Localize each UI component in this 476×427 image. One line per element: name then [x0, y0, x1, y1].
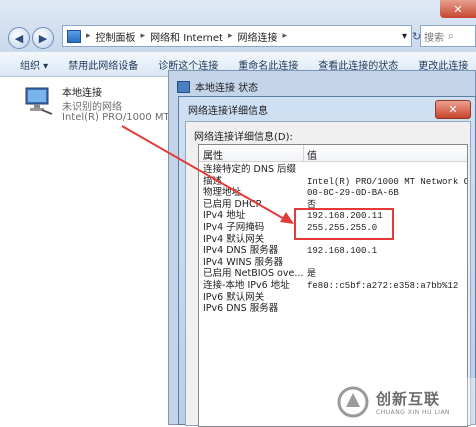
row-property: 描述 [203, 175, 223, 187]
close-icon: ✕ [453, 2, 463, 16]
search-placeholder: 搜索 [424, 32, 444, 44]
row-property: IPv4 子网掩码 [203, 222, 265, 233]
brand-logo-icon [337, 386, 369, 417]
breadcrumb-item-network-internet[interactable]: 网络和 Internet [150, 29, 223, 44]
column-divider[interactable] [303, 145, 304, 161]
connection-name: 本地连接 [62, 88, 102, 99]
table-row[interactable]: IPv6 默认网关 [199, 292, 467, 304]
details-list-label: 网络连接详细信息(D): [194, 132, 293, 143]
network-adapter-icon [25, 87, 53, 115]
row-property: 已启用 NetBIOS ove... [203, 268, 304, 280]
connection-item-local[interactable]: 本地连接 未识别的网络 Intel(R) PRO/1000 MT [22, 84, 172, 130]
control-panel-icon [67, 29, 81, 43]
address-dropdown-icon[interactable]: ▾ [402, 31, 411, 42]
column-header-property[interactable]: 属性 [203, 147, 223, 162]
close-icon: ✕ [448, 103, 458, 116]
search-icon: ⌕ [448, 30, 454, 42]
table-row[interactable]: IPv4 WINS 服务器 [199, 257, 467, 269]
address-bar-region: ◀ ▶ ▸ 控制面板 ▸ 网络和 Internet ▸ 网络连接 ▸ ▾ ↻ 搜… [0, 0, 476, 53]
table-row[interactable]: 连接特定的 DNS 后缀 [199, 164, 467, 176]
status-window-titlebar: 本地连接 状态 [177, 79, 258, 94]
row-value: 192.168.100.1 [307, 246, 378, 257]
breadcrumb-separator-icon: ▸ [140, 31, 146, 41]
back-button[interactable]: ◀ [8, 27, 30, 49]
cmd-disable-device[interactable]: 禁用此网络设备 [48, 57, 138, 72]
search-input[interactable]: 搜索 ⌕ [420, 25, 476, 47]
breadcrumb-separator-icon: ▸ [227, 31, 233, 41]
listview-header: 属性 值 [199, 145, 467, 162]
row-value: Intel(R) PRO/1000 MT Network Conn [307, 176, 468, 187]
details-close-button[interactable]: ✕ [435, 100, 471, 119]
cmd-organize[interactable]: 组织 ▾ [0, 57, 48, 72]
network-small-icon [177, 80, 190, 93]
watermark-text-en: CHUANG XIN HU LIAN [376, 408, 451, 416]
row-property: IPv6 DNS 服务器 [203, 303, 279, 315]
watermark-text-cn: 创新互联 [376, 389, 441, 408]
watermark-logo: 创新互联 CHUANG XIN HU LIAN [336, 378, 476, 425]
row-property: IPv4 DNS 服务器 [203, 245, 279, 257]
row-property: IPv4 地址 [203, 210, 246, 222]
details-dialog: 网络连接详细信息 ✕ 网络连接详细信息(D): 属性 值 连接特定的 DNS 后… [178, 96, 476, 427]
table-row[interactable]: IPv4 DNS 服务器 192.168.100.1 [199, 245, 467, 257]
table-row[interactable]: 描述 Intel(R) PRO/1000 MT Network Conn [199, 176, 467, 188]
row-property: 已启用 DHCP [203, 198, 262, 210]
table-row[interactable]: 已启用 NetBIOS ove... 是 [199, 268, 467, 280]
breadcrumb-item-control-panel[interactable]: 控制面板 [96, 29, 136, 44]
column-header-value[interactable]: 值 [307, 147, 317, 162]
forward-arrow-icon: ▶ [38, 31, 48, 45]
row-property: 连接-本地 IPv6 地址 [203, 280, 290, 291]
row-property: IPv4 WINS 服务器 [203, 256, 284, 268]
row-value: 00-0C-29-0D-BA-6B [307, 188, 399, 199]
connection-status: 未识别的网络 [62, 102, 122, 113]
row-property: 连接特定的 DNS 后缀 [203, 164, 296, 175]
row-property: IPv6 默认网关 [203, 291, 265, 303]
back-arrow-icon: ◀ [14, 31, 24, 45]
table-row[interactable]: IPv6 DNS 服务器 [199, 303, 467, 315]
breadcrumb-separator-icon: ▸ [282, 31, 288, 41]
table-row[interactable]: 物理地址 00-0C-29-0D-BA-6B [199, 187, 467, 199]
details-dialog-title: 网络连接详细信息 [188, 106, 268, 117]
row-value: 是 [307, 269, 317, 280]
explorer-close-button[interactable]: ✕ [440, 0, 476, 18]
ip-highlight-box [294, 208, 394, 240]
breadcrumb-item-network-connections[interactable]: 网络连接 [237, 29, 277, 44]
row-property: 物理地址 [203, 187, 242, 199]
table-row[interactable]: 连接-本地 IPv6 地址 fe80::c5bf:a272:e358:a7bb%1… [199, 280, 467, 292]
row-property: IPv4 默认网关 [203, 233, 265, 245]
row-value: fe80::c5bf:a272:e358:a7bb%12 [307, 281, 459, 291]
connection-adapter: Intel(R) PRO/1000 MT [62, 112, 170, 123]
address-field[interactable]: ▸ 控制面板 ▸ 网络和 Internet ▸ 网络连接 ▸ ▾ [62, 25, 412, 47]
breadcrumb-separator-icon: ▸ [86, 31, 91, 41]
status-window-title: 本地连接 状态 [195, 83, 259, 94]
forward-button[interactable]: ▶ [32, 27, 54, 49]
